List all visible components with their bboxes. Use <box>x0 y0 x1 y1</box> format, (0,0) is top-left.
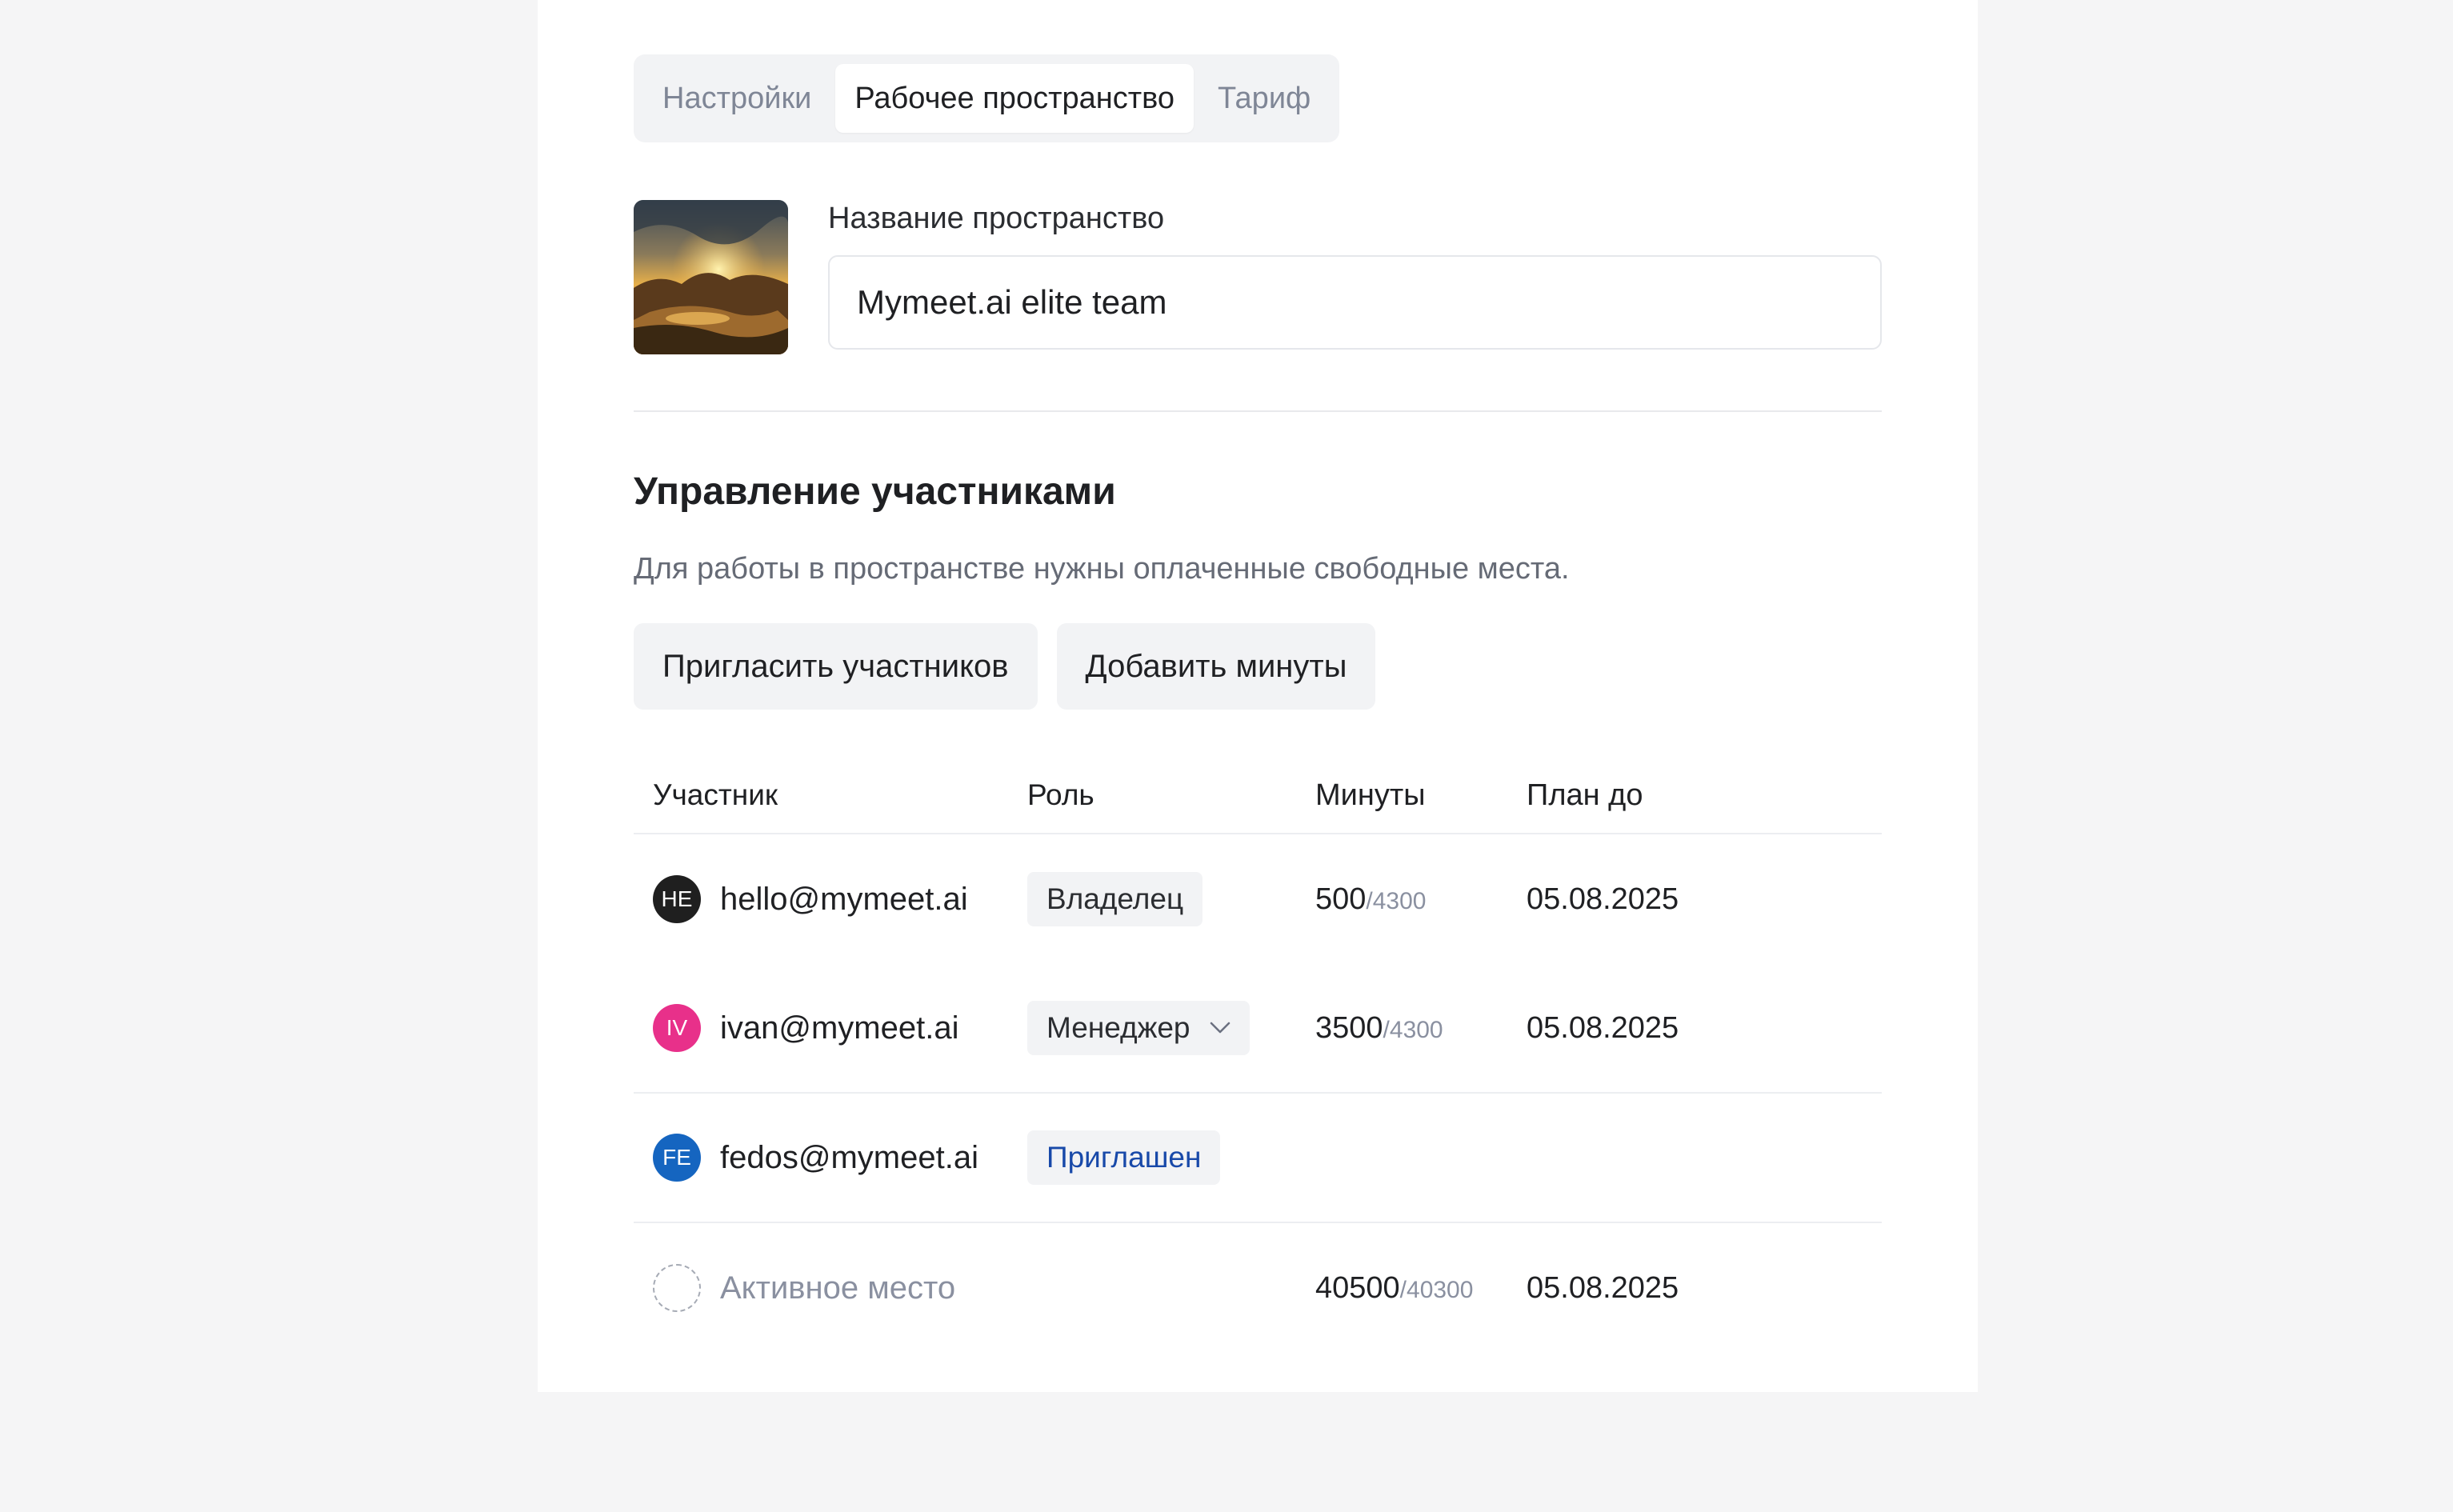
avatar: FE <box>653 1134 701 1182</box>
add-minutes-button[interactable]: Добавить минуты <box>1056 623 1376 710</box>
landscape-painting-image <box>634 200 788 354</box>
minutes-cell: 500/4300 <box>1315 882 1527 917</box>
column-header-minutes: Минуты <box>1315 778 1426 812</box>
minutes-used: 3500 <box>1315 1010 1383 1045</box>
members-actions: Пригласить участников Добавить минуты <box>634 623 1882 710</box>
role-cell: Владелец <box>1027 872 1315 926</box>
members-section-title: Управление участниками <box>634 470 1116 513</box>
column-header-member: Участник <box>653 778 778 811</box>
table-row: IV ivan@mymeet.ai Менеджер 3500/4300 05.… <box>634 964 1882 1094</box>
member-cell: FE fedos@mymeet.ai <box>634 1134 1027 1182</box>
member-email: hello@mymeet.ai <box>720 881 968 917</box>
tab-bar: Настройки Рабочее пространство Тариф <box>634 54 1340 142</box>
minutes-total: /4300 <box>1366 887 1427 914</box>
avatar: IV <box>653 1004 701 1052</box>
role-badge-owner: Владелец <box>1027 872 1203 926</box>
member-email: ivan@mymeet.ai <box>720 1010 959 1046</box>
settings-content: Настройки Рабочее пространство Тариф Наз… <box>634 54 1882 1353</box>
workspace-name-input[interactable] <box>828 255 1882 350</box>
plan-until-cell: 05.08.2025 <box>1527 1010 1679 1045</box>
members-table: Участник Роль Минуты План до HE hello@my… <box>634 758 1882 1353</box>
minutes-total: /4300 <box>1383 1016 1443 1043</box>
role-cell: Менеджер <box>1027 1001 1315 1055</box>
workspace-avatar[interactable] <box>634 200 788 354</box>
workspace-name-field-group: Название пространство <box>828 200 1882 354</box>
table-row: FE fedos@mymeet.ai Приглашен <box>634 1094 1882 1223</box>
workspace-name-label: Название пространство <box>828 202 1165 235</box>
tab-settings[interactable]: Настройки <box>643 64 830 133</box>
table-row: HE hello@mymeet.ai Владелец 500/4300 05.… <box>634 834 1882 964</box>
active-seat-label: Активное место <box>720 1270 956 1306</box>
members-section-description: Для работы в пространстве нужны оплаченн… <box>634 552 1570 586</box>
avatar: HE <box>653 875 701 923</box>
plan-until-cell: 05.08.2025 <box>1527 882 1679 916</box>
column-header-plan-until: План до <box>1527 778 1643 812</box>
minutes-used: 500 <box>1315 882 1367 916</box>
plan-until-cell: 05.08.2025 <box>1527 1270 1679 1305</box>
minutes-cell: 3500/4300 <box>1315 1011 1527 1046</box>
column-header-role: Роль <box>1027 778 1094 811</box>
invite-members-button[interactable]: Пригласить участников <box>634 623 1038 710</box>
role-select-value: Менеджер <box>1046 1011 1190 1044</box>
tab-plan[interactable]: Тариф <box>1198 64 1330 133</box>
table-row: Активное место 40500/40300 05.08.2025 <box>634 1223 1882 1353</box>
workspace-name-row: Название пространство <box>634 200 1882 354</box>
minutes-used: 40500 <box>1315 1270 1400 1305</box>
minutes-cell: 40500/40300 <box>1315 1271 1527 1306</box>
minutes-total: /40300 <box>1399 1276 1474 1303</box>
role-select[interactable]: Менеджер <box>1027 1001 1250 1055</box>
chevron-down-icon <box>1210 1022 1230 1034</box>
tab-workspace[interactable]: Рабочее пространство <box>835 64 1194 133</box>
table-header: Участник Роль Минуты План до <box>634 758 1882 834</box>
member-cell: IV ivan@mymeet.ai <box>634 1004 1027 1052</box>
role-cell: Приглашен <box>1027 1130 1315 1185</box>
member-cell: Активное место <box>634 1264 1027 1312</box>
empty-seat-avatar <box>653 1264 701 1312</box>
invited-status-badge: Приглашен <box>1027 1130 1221 1185</box>
member-cell: HE hello@mymeet.ai <box>634 875 1027 923</box>
divider <box>634 410 1882 412</box>
settings-panel: Настройки Рабочее пространство Тариф Наз… <box>538 0 1978 1392</box>
member-email: fedos@mymeet.ai <box>720 1139 978 1175</box>
